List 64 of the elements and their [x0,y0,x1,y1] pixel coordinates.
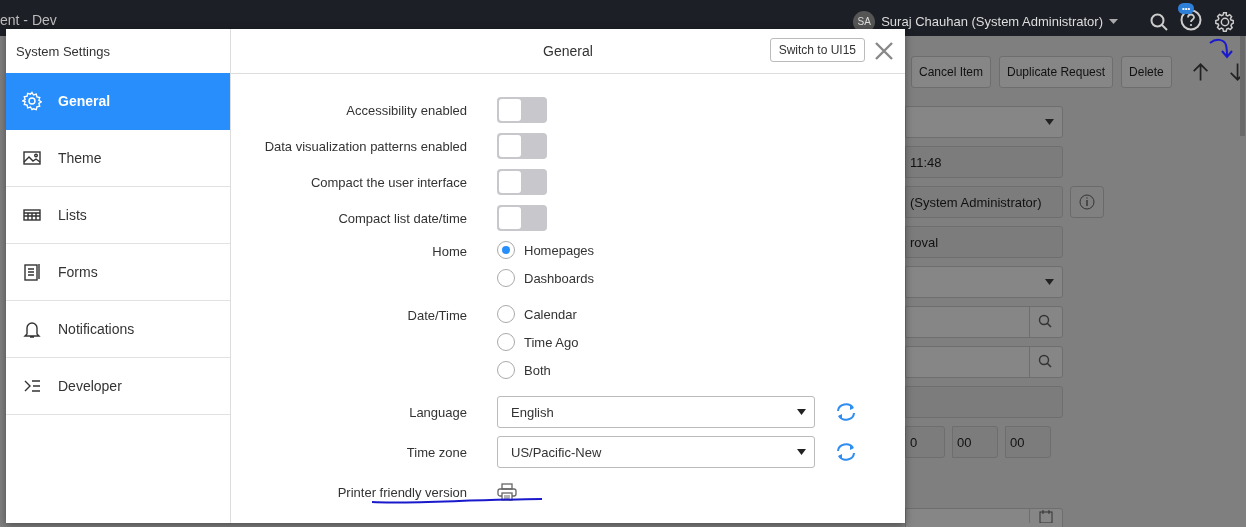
time-field[interactable]: 00 [952,426,998,458]
toggle-switch[interactable] [497,97,547,123]
radio-label[interactable]: Both [524,362,551,378]
bell-icon [22,319,42,339]
image-icon [22,148,42,168]
app-title: ent - Dev [0,12,57,28]
gear-icon [22,91,42,111]
setting-label: Compact the user interface [310,174,467,190]
form-icon [22,262,42,282]
setting-label: Language [409,404,467,420]
setting-label: Home [432,244,467,259]
toolbar-button[interactable]: Delete [1121,56,1172,88]
select-field[interactable]: US/Pacific-New [497,436,815,468]
setting-label: Printer friendly version [337,484,467,500]
dialog-title: System Settings [16,43,110,59]
settings-icon[interactable] [1214,10,1236,33]
refresh-icon[interactable] [835,442,857,462]
nav-item[interactable]: Developer [6,358,230,415]
section-heading: General [543,43,593,59]
toggle-switch[interactable] [497,133,547,159]
up-arrow-icon[interactable] [1191,61,1209,83]
text-field[interactable]: 11:48 [905,146,1063,178]
radio-label[interactable]: Dashboards [524,270,595,286]
text-field[interactable] [905,386,1063,418]
info-icon[interactable] [1070,186,1104,218]
select-field[interactable] [905,106,1063,138]
text-field[interactable]: roval [905,226,1063,258]
toolbar-button[interactable]: Duplicate Request [999,56,1114,88]
caret-icon [1045,279,1054,285]
lookup-field[interactable] [905,346,1063,378]
toolbar-button[interactable]: Cancel Item [911,56,992,88]
printer-icon[interactable] [497,483,517,501]
scrollbar[interactable] [1240,36,1245,136]
caret-icon [1045,119,1054,125]
caret-icon [797,449,806,455]
select-field[interactable] [905,266,1063,298]
radio-label[interactable]: Calendar [524,306,577,322]
time-field[interactable]: 0 [905,426,945,458]
radio-label[interactable]: Homepages [524,242,595,258]
toggle-switch[interactable] [497,205,547,231]
time-field[interactable]: 00 [1005,426,1051,458]
notification-badge: ••• [1178,3,1195,14]
toggle-switch[interactable] [497,169,547,195]
select-field[interactable]: English [497,396,815,428]
switch-ui-button[interactable]: Switch to UI15 [769,38,865,62]
text-field[interactable]: (System Administrator) [905,186,1063,218]
nav-item[interactable]: Lists [6,187,230,244]
help-icon[interactable] [1180,9,1202,31]
search-icon[interactable] [1150,12,1168,31]
setting-label: Compact list date/time [338,210,467,226]
nav-item[interactable]: Notifications [6,301,230,358]
setting-label: Date/Time [407,308,467,323]
setting-label: Data visualization patterns enabled [264,138,467,154]
setting-label: Time zone [406,444,467,460]
setting-label: Accessibility enabled [346,102,467,118]
nav-item[interactable]: Forms [6,244,230,301]
radio-label[interactable]: Time Ago [524,334,579,350]
caret-icon[interactable] [1109,19,1118,24]
caret-icon [797,409,806,415]
refresh-icon[interactable] [835,402,857,422]
lookup-field[interactable] [905,306,1063,338]
user-menu[interactable]: Suraj Chauhan (System Administrator) [881,14,1103,29]
nav-item[interactable]: Theme [6,130,230,187]
close-icon[interactable] [874,41,894,61]
